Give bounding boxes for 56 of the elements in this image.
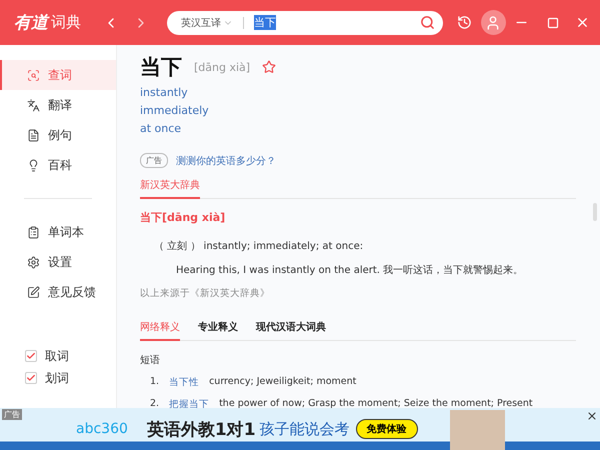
menu-icon [27, 158, 40, 172]
list-number: 2. [150, 398, 160, 408]
ad-tagline: 孩子能说会考 [260, 420, 350, 438]
sidebar-item[interactable]: 例句 [0, 120, 116, 150]
ad-tag: 广告 [140, 153, 168, 168]
source-note: 以上来源于《新汉英大辞典》 [140, 287, 271, 300]
search-query: 当下 [254, 15, 276, 30]
example-sentence: Hearing this, I was instantly on the alert. 我一听这话，当下就警惕起来。 [176, 264, 524, 277]
section-title: 短语 [140, 354, 161, 367]
definition-tab[interactable]: 现代汉语大词典 [256, 320, 326, 341]
close-ad-button[interactable] [586, 410, 598, 422]
phonetic: [dāng xià] [194, 60, 250, 74]
menu-icon [27, 256, 40, 268]
phrase-gloss: the power of now; Grasp the moment; Seize the moment; Present [219, 398, 533, 408]
phrase-gloss: currency; Jeweiligkeit; moment [209, 376, 356, 389]
menu-icon [27, 226, 40, 238]
menu-icon [27, 128, 40, 142]
headword: 当下 [140, 54, 182, 81]
brand-logo: abc360 [76, 421, 128, 437]
list-number: 1. [150, 376, 160, 389]
ad-tag: 广告 [2, 409, 22, 420]
menu-icon [27, 98, 40, 112]
maximize-icon[interactable] [547, 16, 559, 28]
sidebar-item[interactable]: 意见反馈 [0, 277, 116, 307]
star-icon[interactable] [262, 60, 276, 74]
photo-placeholder [450, 410, 505, 450]
history-icon[interactable] [457, 15, 472, 30]
user-avatar[interactable] [480, 10, 506, 35]
app-logo-subtitle: 词典 [51, 13, 81, 32]
checkbox[interactable] [25, 372, 37, 384]
ad-slogan: 英语外教1对1 [146, 418, 256, 440]
definition: （ 立刻 ） instantly; immediately; at once: [154, 240, 364, 253]
menu-icon [27, 286, 40, 298]
language-dropdown[interactable]: 英汉互译 [181, 16, 233, 30]
checkbox-label: 划词 [45, 370, 69, 386]
sidebar-item[interactable]: 百科 [0, 150, 116, 180]
meaning: immediately [140, 104, 210, 117]
trial-button[interactable]: 免费体验 [356, 419, 418, 439]
search-icon[interactable] [420, 15, 435, 30]
menu-icon [27, 68, 40, 82]
sidebar-item[interactable]: 单词本 [0, 217, 116, 247]
meaning: at once [140, 122, 182, 135]
app-logo: 有道 [14, 12, 48, 34]
phrase-link[interactable]: 把握当下 [169, 398, 210, 408]
ad-banner[interactable]: 广告 abc360 英语外教1对1 孩子能说会考 免费体验 [0, 408, 600, 450]
promo-link[interactable]: 测测你的英语多少分？ [176, 154, 276, 168]
search-field[interactable]: 英汉互译 当下 [167, 10, 443, 34]
checkbox[interactable] [25, 350, 37, 362]
checkbox-label: 取词 [45, 348, 69, 364]
entry-heading: 当下[dāng xià] [140, 210, 226, 225]
sidebar-item[interactable]: 设置 [0, 247, 116, 277]
phrase-link[interactable]: 当下性 [169, 376, 200, 389]
meaning: instantly [140, 86, 189, 99]
definition-tab[interactable]: 专业释义 [198, 320, 238, 341]
sidebar-item[interactable]: 翻译 [0, 90, 116, 120]
close-icon[interactable] [575, 15, 590, 30]
